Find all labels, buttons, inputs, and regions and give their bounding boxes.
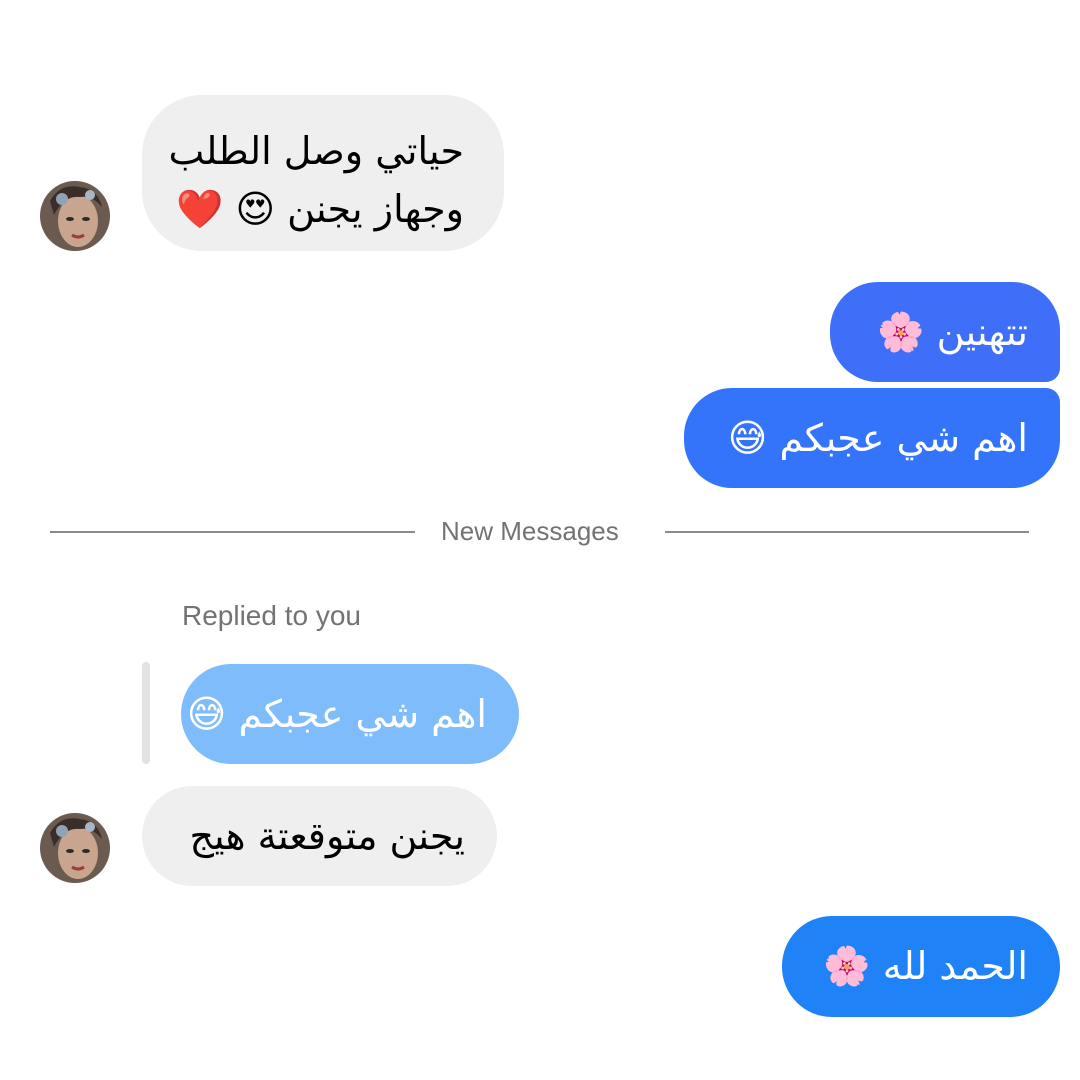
reply-indicator-bar	[142, 662, 150, 764]
outgoing-message-bubble[interactable]: تتهنين 🌸	[830, 282, 1060, 382]
divider-line-right	[665, 531, 1029, 533]
incoming-message-bubble[interactable]: حياتي وصل الطلب وجهاز يجنن 😍 ❤️	[142, 95, 504, 251]
divider-line-left	[50, 531, 415, 533]
sender-avatar[interactable]	[40, 813, 110, 883]
message-text-line: وجهاز يجنن 😍 ❤️	[176, 187, 464, 231]
message-text: الحمد لله 🌸	[823, 944, 1028, 988]
avatar-image	[40, 813, 110, 883]
avatar-image	[40, 181, 110, 251]
incoming-message-bubble[interactable]: يجنن متوقعتة هيج	[142, 786, 497, 886]
quoted-message-text: اهم شي عجبكم 😅	[186, 692, 487, 736]
message-text: يجنن متوقعتة هيج	[189, 814, 465, 858]
new-messages-divider-label: New Messages	[441, 516, 619, 546]
sender-avatar[interactable]	[40, 181, 110, 251]
message-text: اهم شي عجبكم 😅	[727, 416, 1028, 460]
quoted-message-bubble[interactable]: اهم شي عجبكم 😅	[181, 664, 519, 764]
outgoing-message-bubble[interactable]: الحمد لله 🌸	[782, 916, 1060, 1017]
message-text-line: حياتي وصل الطلب	[168, 129, 464, 173]
replied-to-label: Replied to you	[182, 600, 362, 631]
outgoing-message-bubble[interactable]: اهم شي عجبكم 😅	[684, 388, 1060, 488]
message-text: تتهنين 🌸	[877, 310, 1028, 354]
